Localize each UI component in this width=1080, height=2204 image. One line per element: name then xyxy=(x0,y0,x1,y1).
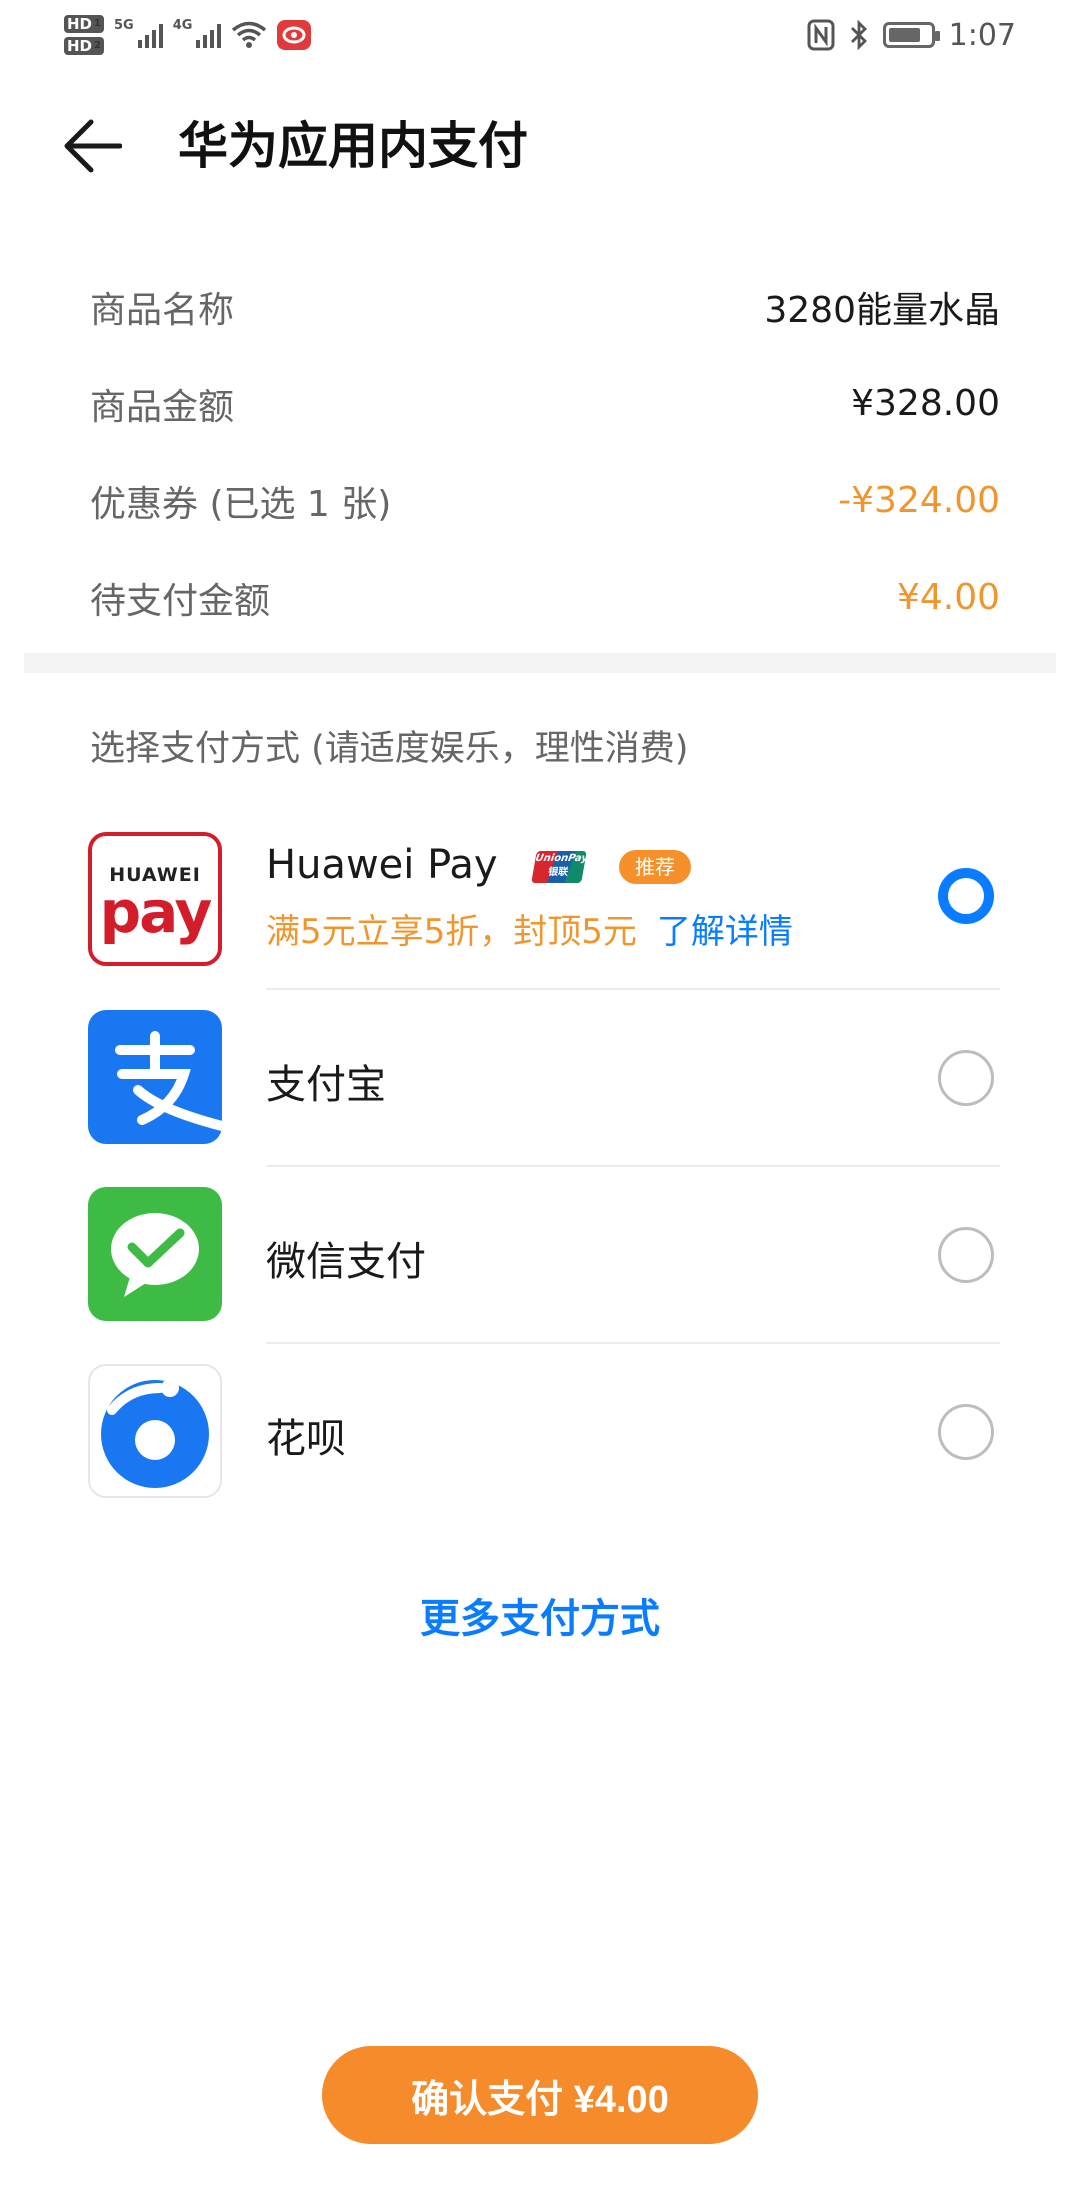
order-row-product-name: 商品名称 3280能量水晶 xyxy=(90,258,1000,355)
payment-method-heading: 选择支付方式 (请适度娱乐，理性消费) xyxy=(90,729,689,769)
title-bar: 华为应用内支付 xyxy=(0,100,1080,190)
order-row-product-amount: 商品金额 ¥328.00 xyxy=(90,355,1000,452)
payment-method-huawei-pay[interactable]: HUAWEI pay Huawei Pay UnionPay 银联 推荐 满5元立… xyxy=(88,820,1000,990)
confirm-pay-button[interactable]: 确认支付 ¥4.00 xyxy=(322,2046,758,2144)
status-time: 1:07 xyxy=(948,17,1016,53)
network-type-1: 5G xyxy=(113,17,134,33)
sim2-hd-badge: HD 2 xyxy=(64,37,104,55)
recommend-badge: 推荐 xyxy=(619,850,692,884)
huawei-pay-logo-icon: HUAWEI pay xyxy=(88,832,222,966)
method-name: 微信支付 xyxy=(266,1239,426,1285)
row-label: 待支付金额 xyxy=(90,580,271,622)
back-button[interactable] xyxy=(64,114,134,178)
sim-indicators: HD 1 HD 2 xyxy=(64,15,104,55)
bluetooth-icon xyxy=(850,19,867,51)
order-row-amount-due: 待支付金额 ¥4.00 xyxy=(90,549,1000,646)
wifi-icon xyxy=(232,21,267,48)
radio-alipay[interactable] xyxy=(938,1050,994,1106)
row-label: 商品名称 xyxy=(90,289,235,331)
payment-page: HD 1 HD 2 5G 4G 1:07 华为应用内支付 商品名称 3280能量… xyxy=(0,0,1080,2204)
network-type-2: 4G xyxy=(172,17,193,33)
method-name: Huawei Pay xyxy=(266,842,498,888)
battery-icon xyxy=(882,22,940,48)
payment-method-wechat-pay[interactable]: 微信支付 xyxy=(88,1167,1000,1344)
order-details: 商品名称 3280能量水晶 商品金额 ¥328.00 优惠券 (已选 1 张) … xyxy=(90,258,1000,646)
radio-wechat-pay[interactable] xyxy=(938,1227,994,1283)
back-arrow-icon xyxy=(64,119,122,173)
notification-app-icon xyxy=(277,20,312,50)
promo-text: 满5元立享5折，封顶5元 xyxy=(266,912,637,952)
more-payment-methods-link[interactable]: 更多支付方式 xyxy=(0,1586,1080,1644)
promo-text-row: 满5元立享5折，封顶5元 了解详情 xyxy=(266,904,793,953)
row-value: -¥324.00 xyxy=(838,480,1000,521)
payment-method-list: HUAWEI pay Huawei Pay UnionPay 银联 推荐 满5元立… xyxy=(88,820,1000,1521)
nfc-icon xyxy=(807,19,835,51)
status-right: 1:07 xyxy=(807,8,1016,62)
sim1-hd-badge: HD 1 xyxy=(64,15,104,33)
learn-more-link[interactable]: 了解详情 xyxy=(657,912,793,952)
row-value: ¥328.00 xyxy=(851,383,1000,424)
order-row-coupon[interactable]: 优惠券 (已选 1 张) -¥324.00 xyxy=(90,452,1000,549)
status-bar: HD 1 HD 2 5G 4G 1:07 xyxy=(0,0,1080,70)
radio-huabei[interactable] xyxy=(938,1404,994,1460)
alipay-logo-icon xyxy=(88,1010,222,1144)
payment-method-huabei[interactable]: 花呗 xyxy=(88,1344,1000,1521)
huabei-logo-icon xyxy=(88,1364,222,1498)
status-left: HD 1 HD 2 5G 4G xyxy=(64,8,312,62)
wechat-pay-logo-icon xyxy=(88,1187,222,1321)
page-title: 华为应用内支付 xyxy=(178,117,528,175)
row-value: ¥4.00 xyxy=(896,577,1000,618)
signal-icon-1 xyxy=(137,22,163,48)
row-label: 优惠券 (已选 1 张) xyxy=(90,483,392,525)
radio-huawei-pay[interactable] xyxy=(938,868,994,924)
unionpay-icon: UnionPay 银联 xyxy=(531,851,588,883)
row-label: 商品金额 xyxy=(90,386,235,428)
method-title-row: Huawei Pay UnionPay 银联 推荐 xyxy=(266,842,692,888)
signal-icon-2 xyxy=(196,22,222,48)
row-value: 3280能量水晶 xyxy=(764,289,1000,331)
method-name: 支付宝 xyxy=(266,1062,386,1108)
section-divider xyxy=(24,653,1056,673)
payment-method-alipay[interactable]: 支付宝 xyxy=(88,990,1000,1167)
method-name: 花呗 xyxy=(266,1416,346,1462)
